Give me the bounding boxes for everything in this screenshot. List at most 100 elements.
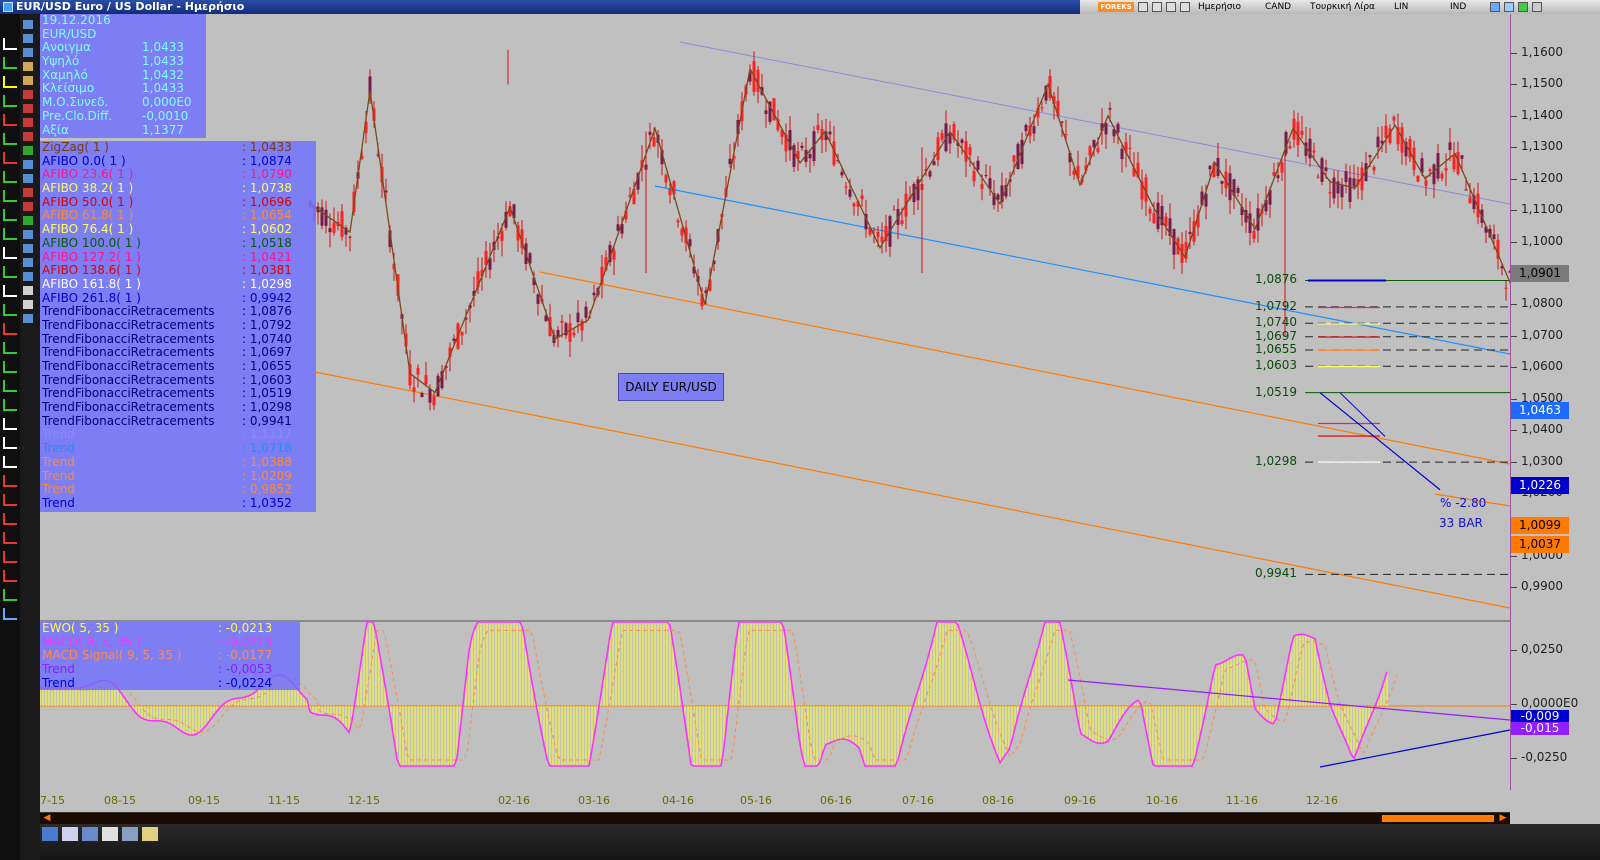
indicator-legend-row[interactable]: AFIBO 161.8( 1 ): 1,0298	[40, 277, 316, 292]
drawing-tool-icon[interactable]	[3, 380, 17, 392]
drawing-tool-icon[interactable]	[3, 304, 17, 316]
database-icon[interactable]	[122, 827, 138, 841]
drawing-tool-icon[interactable]	[3, 133, 17, 145]
tool-strip-icon[interactable]	[23, 230, 33, 239]
oscillator-chart[interactable]: EWO( 5, 35 ): -0,0213 MACD( 9, 5, 35 ): -…	[40, 620, 1510, 790]
drawing-tool-icon[interactable]	[3, 532, 17, 544]
price-axis[interactable]: 1,1600 1,1500 1,1400 1,1300 1,1200 1,1100 1,10…	[1510, 14, 1600, 790]
indicator-legend-row[interactable]: ZigZag( 1 ): 1,0433	[40, 140, 316, 155]
drawing-tool-icon[interactable]	[3, 608, 17, 620]
indicator-legend-row[interactable]: Trend: 1,0209	[40, 469, 316, 484]
indicator-legend-row[interactable]: AFIBO 50.0( 1 ): 1,0696	[40, 195, 316, 210]
grid-icon[interactable]	[1152, 2, 1162, 12]
indicator-legend-row[interactable]: TrendFibonacciRetracements: 1,0697	[40, 346, 316, 360]
indicator-legend-row[interactable]: TrendFibonacciRetracements: 1,0876	[40, 305, 316, 319]
drawing-tool-icon[interactable]	[3, 57, 17, 69]
drawing-tool-icon[interactable]	[3, 285, 17, 297]
drawing-tool-icon[interactable]	[3, 570, 17, 582]
drawing-tool-icon[interactable]	[3, 475, 17, 487]
scale-dropdown[interactable]: LIN	[1394, 0, 1408, 14]
tool-strip-icon[interactable]	[23, 118, 33, 127]
drawing-tool-icon[interactable]	[3, 171, 17, 183]
tool-strip-icon[interactable]	[23, 132, 33, 141]
drawing-tool-icon[interactable]	[3, 209, 17, 221]
indicator-legend-row[interactable]: TrendFibonacciRetracements: 1,0603	[40, 373, 316, 388]
indicator-legend-row[interactable]: Trend: 1,1117	[40, 428, 316, 442]
tool-strip-icon[interactable]	[23, 314, 33, 323]
indicator-legend-row[interactable]: AFIBO 138.6( 1 ): 1,0381	[40, 263, 316, 278]
tool-strip-icon[interactable]	[23, 160, 33, 169]
drawing-tool-icon[interactable]	[3, 38, 17, 50]
currency-dropdown[interactable]: Τουρκική Λίρα	[1310, 0, 1375, 14]
price-chart[interactable]: 19.12.2016 EUR/USD Ανοιγμα 1,0433 Υψηλό 1,0…	[40, 13, 1510, 618]
indicator-legend-row[interactable]: AFIBO 23.6( 1 ): 1,0790	[40, 168, 316, 182]
tool-strip-icon[interactable]	[23, 174, 33, 183]
oscillator-legend-row[interactable]: MACD( 9, 5, 35 ): -0,0213	[40, 635, 300, 650]
indicator-legend-row[interactable]: Trend: 1,0352	[40, 496, 316, 511]
oscillator-legend-row[interactable]: Trend: -0,0224	[40, 676, 300, 691]
tool-strip-icon[interactable]	[23, 202, 33, 211]
indicator-legend-row[interactable]: Trend: 1,0718	[40, 441, 316, 456]
chart-type-dropdown[interactable]: CAND	[1265, 0, 1291, 14]
oscillator-legend-row[interactable]: MACD Signal( 9, 5, 35 ): -0,0177	[40, 649, 300, 663]
drawing-tool-icon[interactable]	[3, 551, 17, 563]
drawing-tool-icon[interactable]	[3, 456, 17, 468]
chart-scrollbar[interactable]: ◀ ▶	[40, 812, 1510, 824]
indicator-legend-row[interactable]: TrendFibonacciRetracements: 1,0298	[40, 400, 316, 415]
indicator-legend-row[interactable]: AFIBO 0.0( 1 ): 1,0874	[40, 154, 316, 169]
indicator-legend-row[interactable]: AFIBO 61.8( 1 ): 1,0654	[40, 209, 316, 223]
indicator-legend-row[interactable]: AFIBO 38.2( 1 ): 1,0738	[40, 181, 316, 196]
refresh-icon[interactable]	[1504, 2, 1514, 12]
indicator-dropdown[interactable]: IND	[1450, 0, 1466, 14]
drawing-tool-icon[interactable]	[3, 247, 17, 259]
tool-strip-icon[interactable]	[23, 272, 33, 281]
print-icon[interactable]	[1138, 2, 1148, 12]
tool-strip-icon[interactable]	[23, 76, 33, 85]
indicator-legend-row[interactable]: TrendFibonacciRetracements: 0,9941	[40, 414, 316, 429]
drawing-tool-icon[interactable]	[3, 190, 17, 202]
drawing-tool-icon[interactable]	[3, 266, 17, 278]
tool-strip-icon[interactable]	[23, 216, 33, 225]
open-icon[interactable]	[42, 827, 58, 841]
settings-icon[interactable]	[1166, 2, 1176, 12]
print-icon[interactable]	[82, 827, 98, 841]
tool-strip-icon[interactable]	[23, 286, 33, 295]
drawing-tool-icon[interactable]	[3, 114, 17, 126]
indicator-legend-row[interactable]: AFIBO 127.2( 1 ): 1,0421	[40, 250, 316, 265]
pencil-icon[interactable]	[1180, 2, 1190, 12]
indicator-legend-row[interactable]: Trend: 0,9852	[40, 482, 316, 497]
tool-strip-icon[interactable]	[23, 20, 33, 29]
indicator-legend-row[interactable]: AFIBO 100.0( 1 ): 1,0518	[40, 236, 316, 251]
tools-icon[interactable]	[142, 827, 158, 841]
drawing-tool-icon[interactable]	[3, 399, 17, 411]
scroll-thumb[interactable]	[1382, 815, 1494, 822]
drawing-tool-icon[interactable]	[3, 152, 17, 164]
tool-strip-icon[interactable]	[23, 90, 33, 99]
drawing-tool-icon[interactable]	[3, 342, 17, 354]
period-dropdown[interactable]: Ημερήσιο	[1198, 0, 1241, 14]
drawing-tool-icon[interactable]	[3, 589, 17, 601]
drawing-tool-icon[interactable]	[3, 437, 17, 449]
drawing-tool-icon[interactable]	[3, 95, 17, 107]
drawing-tool-icon[interactable]	[3, 76, 17, 88]
drawing-tool-icon[interactable]	[3, 361, 17, 373]
tool-strip-icon[interactable]	[23, 188, 33, 197]
tool-strip-icon[interactable]	[23, 34, 33, 43]
indicator-legend-row[interactable]: Trend: 1,0388	[40, 455, 316, 470]
tool-strip-icon[interactable]	[23, 48, 33, 57]
indicator-legend-row[interactable]: TrendFibonacciRetracements: 1,0740	[40, 332, 316, 347]
drawing-tool-icon[interactable]	[3, 513, 17, 525]
indicator-legend-row[interactable]: TrendFibonacciRetracements: 1,0655	[40, 359, 316, 374]
tool-strip-icon[interactable]	[23, 62, 33, 71]
tool-strip-icon[interactable]	[23, 244, 33, 253]
chart-annotation[interactable]: DAILY EUR/USD	[618, 373, 724, 401]
oscillator-legend-row[interactable]: EWO( 5, 35 ): -0,0213	[40, 621, 300, 636]
pin-icon[interactable]	[1490, 2, 1500, 12]
oscillator-legend-row[interactable]: Trend: -0,0053	[40, 662, 300, 677]
drawing-tool-icon[interactable]	[3, 418, 17, 430]
save-icon[interactable]	[62, 827, 78, 841]
drawing-tool-icon[interactable]	[3, 228, 17, 240]
tool-strip-icon[interactable]	[23, 146, 33, 155]
tool-strip-icon[interactable]	[23, 300, 33, 309]
indicator-legend-row[interactable]: TrendFibonacciRetracements: 1,0519	[40, 387, 316, 401]
